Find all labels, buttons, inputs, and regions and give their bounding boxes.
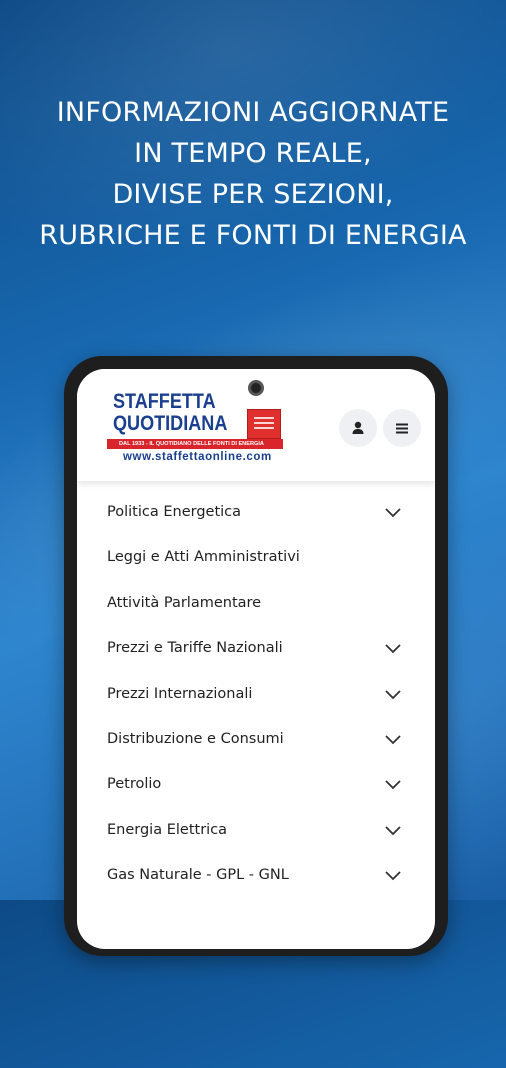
logo-title: STAFFETTA QUOTIDIANA (113, 391, 227, 435)
headline-line: INFORMAZIONI AGGIORNATE (56, 97, 450, 128)
chevron-down-icon[interactable] (384, 643, 402, 655)
menu-item-label: Politica Energetica (107, 504, 242, 520)
chevron-down-icon[interactable] (384, 779, 402, 791)
hamburger-menu-icon (396, 423, 408, 434)
menu-item-prezzi-tariffe[interactable]: Prezzi e Tariffe Nazionali (77, 627, 435, 672)
logo-url: www.staffettaonline.com (123, 451, 272, 463)
menu-item-distribuzione-consumi[interactable]: Distribuzione e Consumi (77, 718, 435, 763)
section-menu: Politica Energetica Leggi e Atti Amminis… (77, 491, 435, 900)
menu-item-energia-elettrica[interactable]: Energia Elettrica (77, 809, 435, 854)
promo-headline: INFORMAZIONI AGGIORNATE IN TEMPO REALE, … (0, 92, 506, 256)
menu-item-gas-naturale[interactable]: Gas Naturale - GPL - GNL (77, 854, 435, 899)
menu-item-label: Gas Naturale - GPL - GNL (107, 867, 289, 884)
chevron-down-icon[interactable] (384, 734, 402, 746)
menu-item-label: Petrolio (107, 776, 162, 793)
user-icon (352, 421, 364, 434)
menu-item-label: Prezzi Internazionali (107, 685, 253, 702)
menu-item-label: Leggi e Atti Amministrativi (107, 549, 300, 566)
chevron-down-icon[interactable] (384, 825, 402, 837)
menu-item-petrolio[interactable]: Petrolio (77, 763, 435, 808)
menu-item-label: Distribuzione e Consumi (107, 730, 284, 747)
chevron-down-icon[interactable] (384, 507, 402, 519)
staffetta-logo[interactable]: STAFFETTA QUOTIDIANA DAL 1933 - IL QUOTI… (103, 391, 303, 471)
logo-title-line: STAFFETTA (113, 390, 216, 413)
phone-frame: STAFFETTA QUOTIDIANA DAL 1933 - IL QUOTI… (64, 356, 448, 956)
headline-line: IN TEMPO REALE, (134, 138, 372, 169)
headline-line: DIVISE PER SEZIONI, (112, 179, 394, 210)
phone-screen: STAFFETTA QUOTIDIANA DAL 1933 - IL QUOTI… (77, 369, 435, 949)
chevron-down-icon[interactable] (384, 870, 402, 882)
logo-title-line: QUOTIDIANA (113, 412, 228, 435)
front-camera (248, 380, 264, 396)
hamburger-menu-button[interactable] (383, 409, 421, 447)
logo-newspaper-badge (247, 409, 281, 439)
menu-item-leggi-atti[interactable]: Leggi e Atti Amministrativi (77, 536, 435, 581)
menu-item-label: Prezzi e Tariffe Nazionali (107, 640, 283, 657)
menu-item-label: Energia Elettrica (107, 821, 228, 838)
chevron-down-icon[interactable] (384, 689, 402, 701)
menu-item-prezzi-internazionali[interactable]: Prezzi Internazionali (77, 673, 435, 718)
headline-line: RUBRICHE E FONTI DI ENERGIA (39, 220, 467, 251)
menu-item-attivita-parlamentare[interactable]: Attività Parlamentare (77, 582, 435, 627)
logo-tagline: DAL 1933 - IL QUOTIDIANO DELLE FONTI DI … (107, 439, 283, 449)
menu-item-politica-energetica[interactable]: Politica Energetica (77, 491, 435, 536)
user-button[interactable] (339, 409, 377, 447)
menu-item-label: Attività Parlamentare (107, 594, 262, 611)
